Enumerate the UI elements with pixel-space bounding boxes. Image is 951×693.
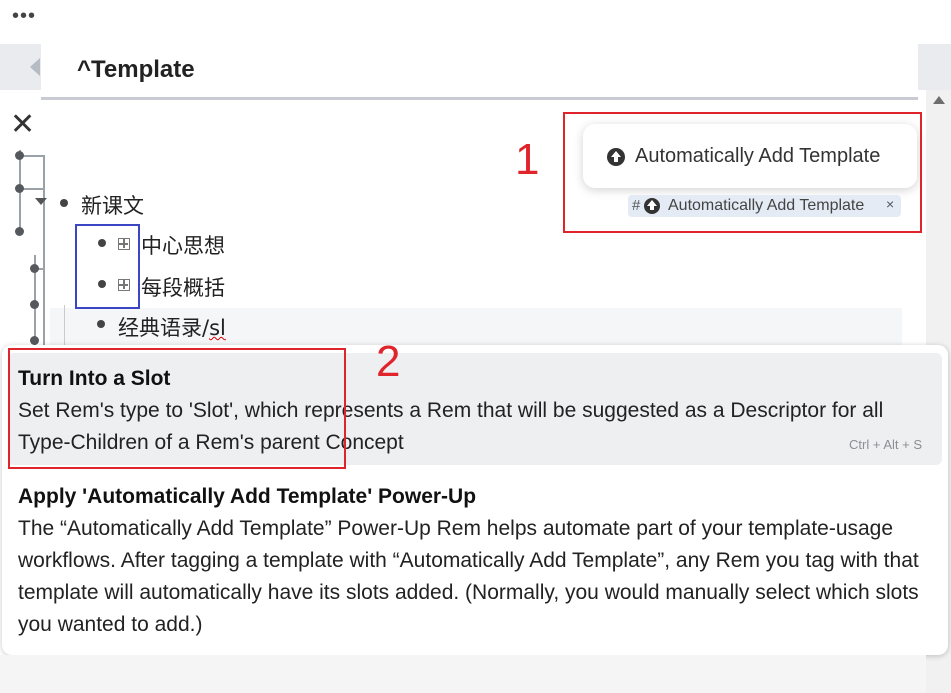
menu-item-shortcut: Ctrl + Alt + S xyxy=(849,437,922,452)
annotation-number-1: 1 xyxy=(515,135,540,184)
rem-parent[interactable]: 新课文 xyxy=(81,190,144,220)
rem-child-slot[interactable]: 每段概括 xyxy=(141,272,225,302)
close-icon[interactable]: ✕ xyxy=(10,110,35,140)
menu-item-description: The “Automatically Add Template” Power-U… xyxy=(18,517,919,636)
page-bottom xyxy=(0,655,926,693)
collapse-caret-icon[interactable] xyxy=(35,198,47,205)
menu-item-title: Apply 'Automatically Add Template' Power… xyxy=(18,485,477,508)
annotation-blue-box xyxy=(75,224,140,309)
annotation-number-2: 2 xyxy=(376,337,401,386)
menu-item-apply-powerup[interactable]: Apply 'Automatically Add Template' Power… xyxy=(8,475,942,645)
rem-editing-input[interactable]: 经典语录/sl xyxy=(118,312,226,342)
editing-text-query: sl xyxy=(209,316,226,340)
scroll-up-icon[interactable] xyxy=(933,96,945,104)
top-bar: ••• xyxy=(0,0,951,44)
editing-text-prefix: 经典语录/ xyxy=(118,316,210,340)
app-window: ••• ^Template ✕ 新课文 中心思想 每段概括 经典语录/sl Au… xyxy=(0,0,951,693)
rem-bullet[interactable] xyxy=(97,320,105,328)
tab-back-arrow-icon[interactable] xyxy=(30,58,40,76)
indent-guide xyxy=(64,305,65,345)
rem-child-slot[interactable]: 中心思想 xyxy=(141,230,225,260)
page-title: ^Template xyxy=(77,56,195,83)
page-header: ^Template xyxy=(41,42,918,100)
menu-dots-icon[interactable]: ••• xyxy=(12,6,36,26)
annotation-red-box-2 xyxy=(8,348,346,469)
rem-bullet[interactable] xyxy=(60,199,68,207)
annotation-red-box-1 xyxy=(563,112,922,233)
